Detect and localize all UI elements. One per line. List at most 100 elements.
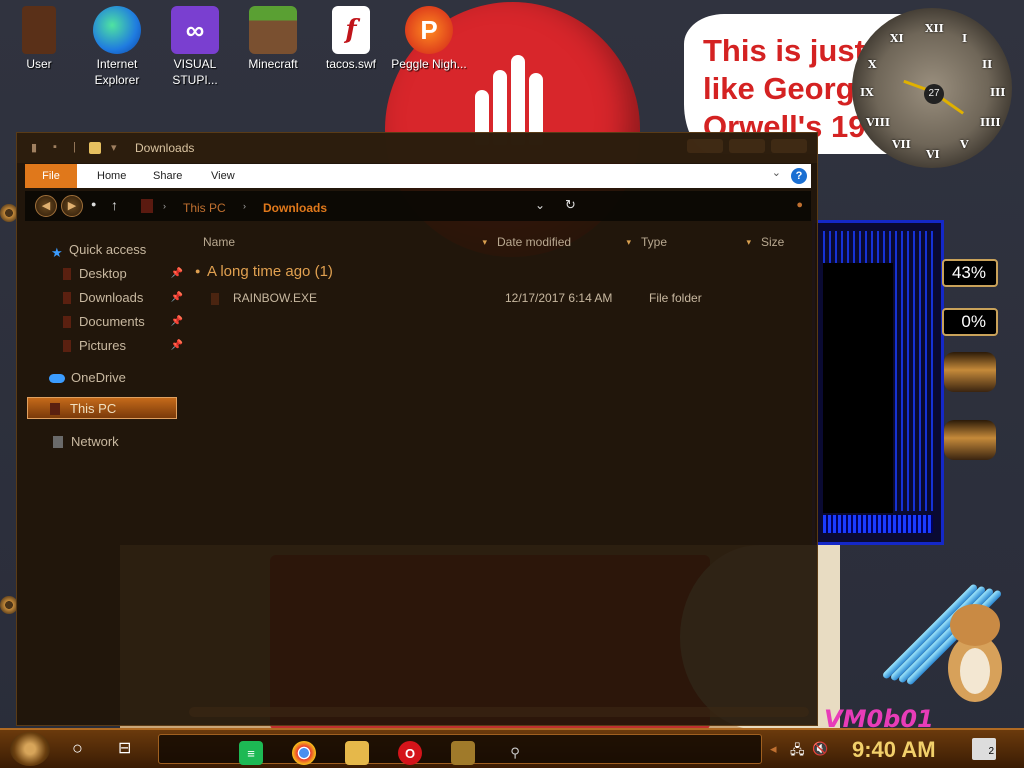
desktop-icon-tacos-swf[interactable]: f tacos.swf: [312, 6, 390, 72]
opera-icon[interactable]: O: [398, 741, 422, 765]
game-icon[interactable]: [451, 741, 475, 765]
sidebar-item-documents[interactable]: Documents 📌: [25, 311, 187, 333]
clock-numeral: XI: [890, 32, 904, 45]
expand-ribbon-icon[interactable]: ⌄: [772, 166, 781, 179]
notification-center-icon[interactable]: 2: [972, 738, 996, 760]
forward-button[interactable]: ▶: [61, 195, 83, 217]
volume-muted-icon[interactable]: 🔇: [812, 741, 828, 757]
clock-numeral: VI: [926, 148, 940, 161]
recent-locations-icon[interactable]: ●: [91, 199, 96, 209]
cortana-icon[interactable]: ○: [72, 738, 83, 759]
sidebar-item-network[interactable]: Network: [25, 431, 187, 453]
customize-quick-access-icon[interactable]: ▾: [111, 141, 117, 154]
back-button[interactable]: ◀: [35, 195, 57, 217]
separator-icon: |: [73, 141, 76, 153]
collapse-group-icon: ●: [195, 266, 201, 276]
tab-home[interactable]: Home: [85, 164, 138, 188]
pin-icon: 📌: [170, 316, 183, 327]
clock-gadget: XII I II III IIII V VI VII VIII IX X XI …: [852, 8, 1012, 168]
cpu-meter: 43%: [942, 259, 998, 287]
file-row[interactable]: RAINBOW.EXE 12/17/2017 6:14 AM File fold…: [197, 287, 797, 309]
picture-icon: [63, 340, 71, 352]
desktop-icon-visual-studio[interactable]: ∞ VISUAL STUPI...: [156, 6, 234, 88]
window-titlebar[interactable]: ▮ ▪ | ▾ Downloads: [17, 133, 817, 163]
clock-numeral: XII: [925, 22, 944, 35]
clock-numeral: IIII: [980, 116, 1001, 129]
chevron-down-icon: ▾: [482, 237, 487, 247]
clock-numeral: X: [868, 58, 877, 71]
sidebar-item-downloads[interactable]: Downloads 📌: [25, 287, 187, 309]
sidebar-item-onedrive[interactable]: OneDrive: [25, 367, 187, 389]
sidebar-item-quick-access[interactable]: ★ Quick access: [25, 239, 187, 261]
desktop-icon: [63, 268, 71, 280]
peggle-icon: P: [405, 6, 453, 54]
start-button[interactable]: [10, 732, 50, 766]
file-explorer-icon[interactable]: [345, 741, 369, 765]
file-explorer-window[interactable]: ▮ ▪ | ▾ Downloads File Home Share View ⌄…: [16, 132, 818, 726]
file-list[interactable]: Name ▾ Date modified ▾ Type ▾ Size ● A long…: [187, 225, 811, 725]
tab-share[interactable]: Share: [141, 164, 194, 188]
properties-icon[interactable]: ▪: [53, 141, 57, 153]
document-icon: [63, 316, 71, 328]
spotify-icon[interactable]: ≡: [239, 741, 263, 765]
clock-date: 27: [924, 84, 944, 104]
show-hidden-icons[interactable]: ◂: [770, 741, 777, 757]
file-date: 12/17/2017 6:14 AM: [505, 291, 613, 305]
clock-numeral: I: [962, 32, 968, 45]
pin-icon: 📌: [170, 292, 183, 303]
pin-icon: 📌: [170, 268, 183, 279]
breadcrumb-downloads[interactable]: Downloads: [263, 201, 327, 215]
refresh-icon[interactable]: ↻: [565, 197, 576, 213]
chrome-icon[interactable]: [292, 741, 316, 765]
system-monitor-gadget: [812, 220, 944, 545]
desktop-icon-peggle[interactable]: P Peggle Nigh...: [390, 6, 468, 72]
memory-meter: 0%: [942, 308, 998, 336]
star-icon: ★: [51, 245, 63, 260]
address-bar[interactable]: › This PC › Downloads: [133, 193, 577, 219]
breadcrumb-this-pc[interactable]: This PC: [183, 201, 226, 215]
column-header-type[interactable]: Type ▾: [641, 231, 753, 253]
steampunk-pipe: [944, 420, 996, 460]
horizontal-scrollbar[interactable]: [189, 707, 809, 717]
edge-icon: [93, 6, 141, 54]
clock-numeral: VII: [892, 138, 911, 151]
up-arrow-icon[interactable]: ↑: [111, 197, 118, 213]
search-icon[interactable]: ●: [796, 199, 803, 211]
flash-icon: f: [332, 6, 370, 54]
tab-file[interactable]: File: [25, 164, 77, 188]
network-icon: [53, 436, 63, 448]
sidebar-item-desktop[interactable]: Desktop 📌: [25, 263, 187, 285]
help-icon[interactable]: ?: [791, 168, 807, 184]
steampunk-pipe: [944, 352, 996, 392]
close-button[interactable]: [771, 139, 807, 153]
window-title: Downloads: [135, 141, 195, 155]
desktop-icon-internet-explorer[interactable]: Internet Explorer: [78, 6, 156, 88]
breadcrumb-separator: ›: [243, 201, 246, 211]
pin-icon[interactable]: ⚲: [503, 741, 527, 765]
taskbar-clock[interactable]: 9:40 AM: [852, 737, 936, 763]
minimize-button[interactable]: [687, 139, 723, 153]
group-header[interactable]: ● A long time ago (1): [195, 263, 333, 280]
desktop-icon-user[interactable]: User: [0, 6, 78, 72]
column-header-name[interactable]: Name ▾: [203, 231, 489, 253]
sidebar-item-pictures[interactable]: Pictures 📌: [25, 335, 187, 357]
folder-icon: [211, 293, 219, 305]
column-header-size[interactable]: Size: [761, 231, 807, 253]
clock-numeral: II: [982, 58, 993, 71]
maximize-button[interactable]: [729, 139, 765, 153]
sidebar-item-this-pc[interactable]: This PC: [27, 397, 177, 419]
network-icon[interactable]: 🖧: [790, 741, 805, 763]
visual-studio-icon: ∞: [171, 6, 219, 54]
computer-icon: [141, 199, 153, 213]
pin-icon: 📌: [170, 340, 183, 351]
clock-numeral: IX: [860, 86, 874, 99]
address-dropdown-icon[interactable]: ⌄: [535, 198, 545, 212]
download-icon: [63, 292, 71, 304]
window-menu-icon[interactable]: ▮: [31, 141, 37, 154]
chevron-down-icon: ▾: [746, 237, 751, 247]
column-header-date-modified[interactable]: Date modified ▾: [497, 231, 633, 253]
task-view-icon[interactable]: ⊟: [118, 738, 131, 758]
desktop-icon-minecraft[interactable]: Minecraft: [234, 6, 312, 72]
tab-view[interactable]: View: [199, 164, 247, 188]
minecraft-icon: [249, 6, 297, 54]
